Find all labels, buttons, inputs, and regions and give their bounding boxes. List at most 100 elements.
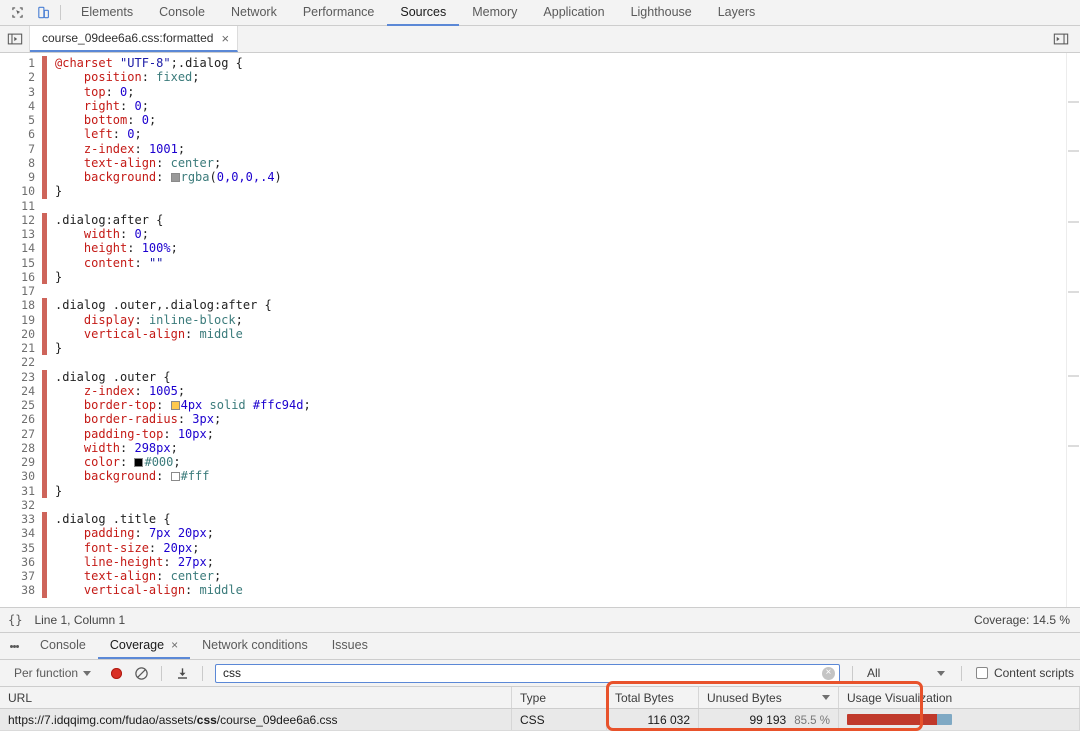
code-line[interactable]: 8 text-align: center;	[0, 155, 1066, 170]
line-number: 19	[21, 312, 35, 327]
tab-console[interactable]: Console	[146, 0, 218, 26]
code-line[interactable]: 19 display: inline-block;	[0, 312, 1066, 327]
column-header-unused-bytes[interactable]: Unused Bytes	[699, 687, 839, 708]
more-tools-icon[interactable]	[0, 633, 28, 659]
code-line[interactable]: 32	[0, 498, 1066, 512]
code-line[interactable]: 7 z-index: 1001;	[0, 141, 1066, 156]
checkbox-box[interactable]	[975, 667, 988, 679]
code-token: :	[112, 127, 128, 142]
line-number: 25	[21, 398, 35, 412]
tab-memory[interactable]: Memory	[459, 0, 530, 26]
clear-all-icon[interactable]	[129, 662, 153, 684]
code-line[interactable]: 31}	[0, 483, 1066, 498]
code-token: 10px	[177, 426, 207, 441]
code-line[interactable]: 30 background: #fff	[0, 469, 1066, 484]
code-line[interactable]: 37 text-align: center;	[0, 569, 1066, 584]
code-line[interactable]: 23 .dialog .outer {	[0, 369, 1066, 384]
code-line[interactable]: 4 right: 0;	[0, 98, 1066, 113]
coverage-filter-box[interactable]: ×	[215, 663, 840, 683]
column-header-type[interactable]: Type	[512, 687, 607, 708]
tab-performance[interactable]: Performance	[290, 0, 388, 26]
code-token: :	[127, 241, 142, 256]
code-line[interactable]: 5 bottom: 0;	[0, 113, 1066, 128]
code-line[interactable]: 24 z-index: 1005;	[0, 383, 1066, 398]
tab-network[interactable]: Network	[218, 0, 290, 26]
file-tab-active[interactable]: course_09dee6a6.css:formatted ×	[30, 26, 239, 52]
table-row[interactable]: https://7.idqqimg.com/fudao/assets/css/c…	[0, 709, 1080, 731]
code-line[interactable]: 35 font-size: 20px;	[0, 540, 1066, 555]
code-line[interactable]: 34 padding: 7px 20px;	[0, 526, 1066, 541]
code-line[interactable]: 38 vertical-align: middle	[0, 583, 1066, 598]
drawer-tab-console[interactable]: Console	[28, 633, 98, 659]
source-code-editor[interactable]: 1 @charset "UTF-8";.dialog {2 position: f…	[0, 53, 1080, 607]
code-line[interactable]: 17	[0, 284, 1066, 298]
line-number: 1	[28, 56, 35, 70]
code-line[interactable]: 14 height: 100%;	[0, 241, 1066, 256]
color-swatch[interactable]	[170, 173, 180, 182]
code-line[interactable]: 29 color: #000;	[0, 455, 1066, 470]
code-line[interactable]: 15 content: ""	[0, 255, 1066, 270]
code-line[interactable]: 12 .dialog:after {	[0, 212, 1066, 227]
tab-elements[interactable]: Elements	[68, 0, 146, 26]
column-header-usage-visualization[interactable]: Usage Visualization	[839, 687, 1080, 708]
inspect-cursor-icon[interactable]	[4, 2, 30, 24]
devtools-window: Elements Console Network Performance Sou…	[0, 0, 1080, 731]
code-line[interactable]: 18 .dialog .outer,.dialog:after {	[0, 298, 1066, 313]
color-swatch[interactable]	[170, 472, 180, 482]
cursor-position-label: Line 1, Column 1	[34, 613, 126, 627]
code-line[interactable]: 28 width: 298px;	[0, 440, 1066, 455]
code-line[interactable]: 1 @charset "UTF-8";.dialog {	[0, 56, 1066, 71]
pretty-print-icon[interactable]: {}	[8, 613, 22, 627]
coverage-type-filter-select[interactable]: All	[861, 666, 953, 680]
code-line[interactable]: 22	[0, 355, 1066, 369]
coverage-filter-input[interactable]	[223, 666, 818, 680]
code-line[interactable]: 6 left: 0;	[0, 127, 1066, 142]
code-line[interactable]: 25 border-top: 4px solid #ffc94d;	[0, 398, 1066, 413]
code-line[interactable]: 10}	[0, 184, 1066, 199]
code-token: ;	[206, 526, 214, 541]
code-token: solid	[209, 398, 246, 412]
record-button-icon[interactable]	[105, 662, 127, 684]
code-line[interactable]: 2 position: fixed;	[0, 70, 1066, 85]
code-line[interactable]: 13 width: 0;	[0, 227, 1066, 242]
editor-status-bar: {} Line 1, Column 1 Coverage: 14.5 %	[0, 607, 1080, 632]
column-header-url[interactable]: URL	[0, 687, 512, 708]
code-line[interactable]: 21}	[0, 341, 1066, 356]
clear-filter-icon[interactable]: ×	[821, 666, 835, 680]
show-navigator-icon[interactable]	[0, 26, 30, 52]
drawer-tab-network-conditions[interactable]: Network conditions	[190, 633, 320, 659]
file-tab-close-icon[interactable]: ×	[221, 32, 229, 45]
coverage-unused-marker	[42, 155, 47, 170]
code-line[interactable]: 36 line-height: 27px;	[0, 554, 1066, 569]
code-line[interactable]: 11	[0, 199, 1066, 213]
tab-lighthouse[interactable]: Lighthouse	[618, 0, 705, 26]
column-header-total-bytes[interactable]: Total Bytes	[607, 687, 699, 708]
code-lines-container[interactable]: 1 @charset "UTF-8";.dialog {2 position: f…	[0, 53, 1066, 607]
drawer-tab-coverage[interactable]: Coverage ×	[97, 633, 191, 659]
editor-scrollbar[interactable]	[1066, 53, 1080, 607]
code-line[interactable]: 26 border-radius: 3px;	[0, 412, 1066, 427]
tab-sources[interactable]: Sources	[387, 0, 460, 26]
tab-application[interactable]: Application	[530, 0, 617, 26]
drawer-tab-issues[interactable]: Issues	[320, 633, 380, 659]
download-export-icon[interactable]	[170, 662, 194, 684]
tab-layers[interactable]: Layers	[705, 0, 769, 26]
code-line[interactable]: 9 background: rgba(0,0,0,.4)	[0, 170, 1066, 185]
coverage-unused-marker	[42, 341, 47, 356]
code-line[interactable]: 16}	[0, 269, 1066, 284]
coverage-mode-select[interactable]: Per function	[10, 666, 95, 680]
code-token: 27px	[177, 554, 207, 569]
drawer-tab-close-icon[interactable]: ×	[171, 638, 178, 652]
tab-lighthouse-label: Lighthouse	[630, 4, 692, 19]
code-line[interactable]: 27 padding-top: 10px;	[0, 426, 1066, 441]
color-swatch[interactable]	[134, 458, 144, 467]
code-line[interactable]: 33 .dialog .title {	[0, 512, 1066, 527]
color-swatch[interactable]	[170, 401, 180, 410]
device-toolbar-icon[interactable]	[30, 2, 56, 24]
code-line[interactable]: 20 vertical-align: middle	[0, 326, 1066, 341]
show-debugger-icon[interactable]	[1048, 28, 1074, 50]
code-line[interactable]: 3 top: 0;	[0, 84, 1066, 99]
code-token: padding	[55, 526, 135, 541]
code-token: text-align	[55, 155, 157, 170]
content-scripts-checkbox[interactable]: Content scripts	[970, 666, 1074, 680]
